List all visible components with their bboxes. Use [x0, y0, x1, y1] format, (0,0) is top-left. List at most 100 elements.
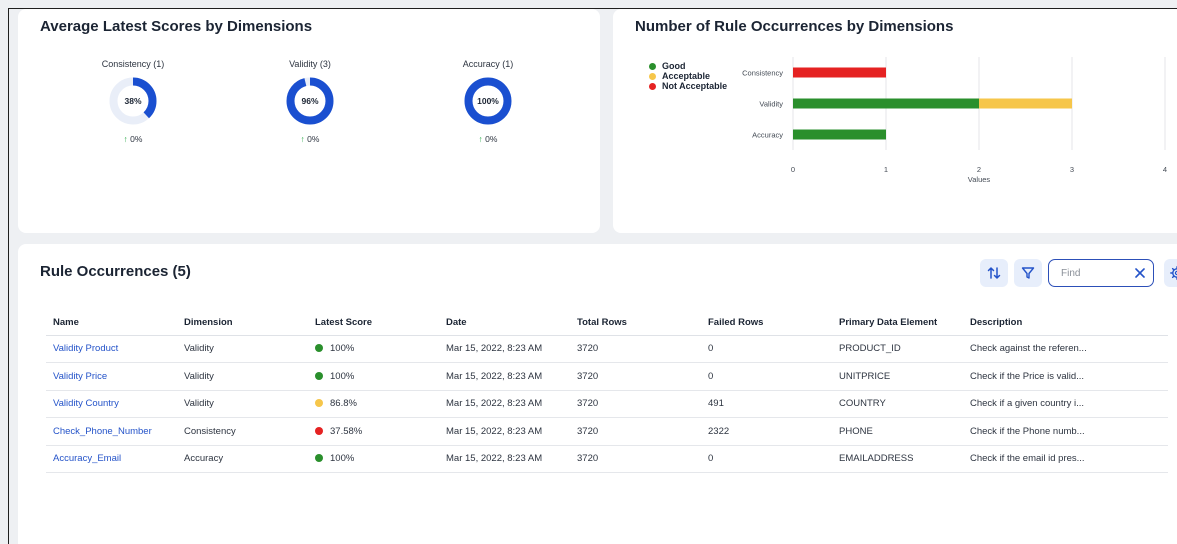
- legend-dot: [649, 62, 656, 70]
- status-dot: [315, 454, 323, 463]
- rule-failed-rows: 0: [701, 335, 832, 363]
- status-dot: [315, 344, 323, 353]
- column-header-total-rows[interactable]: Total Rows: [570, 310, 701, 336]
- bar-segment: [793, 67, 886, 78]
- filter-icon: [1021, 267, 1035, 279]
- rule-total-rows: 3720: [570, 445, 701, 473]
- window-left-border: [8, 8, 9, 544]
- rules-table: Name Dimension Latest Score Date Total R…: [46, 310, 1168, 473]
- rule-latest-score: 100%: [308, 335, 439, 363]
- donut-accuracy[interactable]: Accuracy (1) 100% ↑ 0%: [433, 59, 543, 144]
- category-label: Accuracy: [752, 131, 783, 140]
- rule-total-rows: 3720: [570, 390, 701, 418]
- x-tick-label: 0: [791, 165, 795, 174]
- settings-button[interactable]: [1164, 259, 1177, 287]
- rule-latest-score: 100%: [308, 362, 439, 391]
- table-row[interactable]: Accuracy_Email Accuracy 100% Mar 15, 202…: [46, 445, 1168, 473]
- donut-consistency[interactable]: Consistency (1) 38% ↑ 0%: [78, 59, 188, 144]
- rule-dimension: Accuracy: [177, 445, 308, 473]
- rule-date: Mar 15, 2022, 8:23 AM: [439, 335, 570, 363]
- score-value: 100%: [330, 453, 355, 465]
- occurrences-card-title: Number of Rule Occurrences by Dimensions: [635, 18, 954, 35]
- arrow-up-icon: ↑: [478, 134, 483, 144]
- find-input[interactable]: [1061, 267, 1121, 279]
- arrow-up-icon: ↑: [300, 134, 305, 144]
- rule-dimension: Validity: [177, 390, 308, 418]
- bar-segment: [793, 129, 886, 140]
- scores-card: Average Latest Scores by Dimensions Cons…: [18, 9, 600, 233]
- rule-date: Mar 15, 2022, 8:23 AM: [439, 445, 570, 473]
- rule-name-link[interactable]: Check_Phone_Number: [46, 417, 177, 446]
- x-tick-label: 2: [977, 165, 981, 174]
- table-header-row: Name Dimension Latest Score Date Total R…: [46, 310, 1168, 336]
- filter-button[interactable]: [1014, 259, 1042, 287]
- occurrences-bar-chart: Consistency Validity Accuracy 0 1 2 3 4 Values: [742, 57, 1167, 184]
- rule-failed-rows: 2322: [701, 417, 832, 446]
- score-value: 37.58%: [330, 425, 363, 437]
- close-icon[interactable]: [1135, 268, 1145, 278]
- status-dot: [315, 426, 323, 435]
- rule-failed-rows: 491: [701, 390, 832, 418]
- score-value: 100%: [330, 343, 355, 355]
- rule-dimension: Validity: [177, 362, 308, 391]
- column-header-date[interactable]: Date: [439, 310, 570, 336]
- bar-segment: [979, 98, 1072, 109]
- donut-label: Consistency (1): [101, 59, 165, 69]
- rule-dimension: Validity: [177, 335, 308, 363]
- rule-dimension: Consistency: [177, 417, 308, 446]
- sort-button[interactable]: [980, 259, 1008, 287]
- rules-card-title: Rule Occurrences (5): [40, 263, 191, 280]
- donut-value: 96%: [301, 96, 318, 106]
- rule-primary-element: EMAILADDRESS: [832, 445, 963, 473]
- rule-latest-score: 37.58%: [308, 417, 439, 446]
- donut-change-value: 0%: [307, 134, 320, 144]
- donut-value: 100%: [477, 96, 499, 106]
- column-header-latest-score[interactable]: Latest Score: [308, 310, 439, 336]
- rule-latest-score: 86.8%: [308, 390, 439, 418]
- rule-description: Check if the Price is valid...: [963, 362, 1168, 391]
- donut-validity[interactable]: Validity (3) 96% ↑ 0%: [255, 59, 365, 144]
- rule-name-link[interactable]: Validity Price: [46, 362, 177, 391]
- donut-chart: 38%: [109, 77, 157, 125]
- category-label: Validity: [759, 100, 783, 109]
- rule-date: Mar 15, 2022, 8:23 AM: [439, 362, 570, 391]
- sort-icon: [987, 267, 1001, 279]
- table-row[interactable]: Validity Country Validity 86.8% Mar 15, …: [46, 390, 1168, 418]
- x-tick-label: 3: [1070, 165, 1074, 174]
- column-header-dimension[interactable]: Dimension: [177, 310, 308, 336]
- rule-failed-rows: 0: [701, 445, 832, 473]
- status-dot: [315, 371, 323, 380]
- table-row[interactable]: Validity Price Validity 100% Mar 15, 202…: [46, 362, 1168, 391]
- legend-label: Acceptable: [662, 71, 711, 81]
- donut-change: ↑ 0%: [433, 134, 543, 144]
- find-field[interactable]: [1048, 259, 1154, 287]
- arrow-up-icon: ↑: [123, 134, 128, 144]
- donut-change: ↑ 0%: [255, 134, 365, 144]
- category-label: Consistency: [742, 69, 783, 78]
- donut-label: Validity (3): [289, 59, 331, 69]
- rule-primary-element: PHONE: [832, 417, 963, 446]
- rule-latest-score: 100%: [308, 445, 439, 473]
- table-row[interactable]: Check_Phone_Number Consistency 37.58% Ma…: [46, 417, 1168, 446]
- x-axis-label: Values: [968, 175, 991, 184]
- legend-dot: [649, 72, 656, 80]
- donut-change-value: 0%: [130, 134, 143, 144]
- rule-description: Check if the Phone numb...: [963, 417, 1168, 446]
- donut-chart: 100%: [464, 77, 512, 125]
- column-header-name[interactable]: Name: [46, 310, 177, 336]
- rule-date: Mar 15, 2022, 8:23 AM: [439, 417, 570, 446]
- column-header-description[interactable]: Description: [963, 310, 1168, 336]
- rule-name-link[interactable]: Validity Country: [46, 390, 177, 418]
- rule-name-link[interactable]: Validity Product: [46, 335, 177, 363]
- rules-card: Rule Occurrences (5) Find Name Dimension…: [18, 244, 1177, 544]
- rule-date: Mar 15, 2022, 8:23 AM: [439, 390, 570, 418]
- column-header-failed-rows[interactable]: Failed Rows: [701, 310, 832, 336]
- bar-segment: [793, 98, 979, 109]
- table-row[interactable]: Validity Product Validity 100% Mar 15, 2…: [46, 335, 1168, 363]
- legend-dot: [649, 82, 656, 90]
- column-header-primary-data-element[interactable]: Primary Data Element: [832, 310, 963, 336]
- rule-description: Check against the referen...: [963, 335, 1168, 363]
- rule-name-link[interactable]: Accuracy_Email: [46, 445, 177, 473]
- gear-icon: [1170, 266, 1177, 280]
- rule-description: Check if the email id pres...: [963, 445, 1168, 473]
